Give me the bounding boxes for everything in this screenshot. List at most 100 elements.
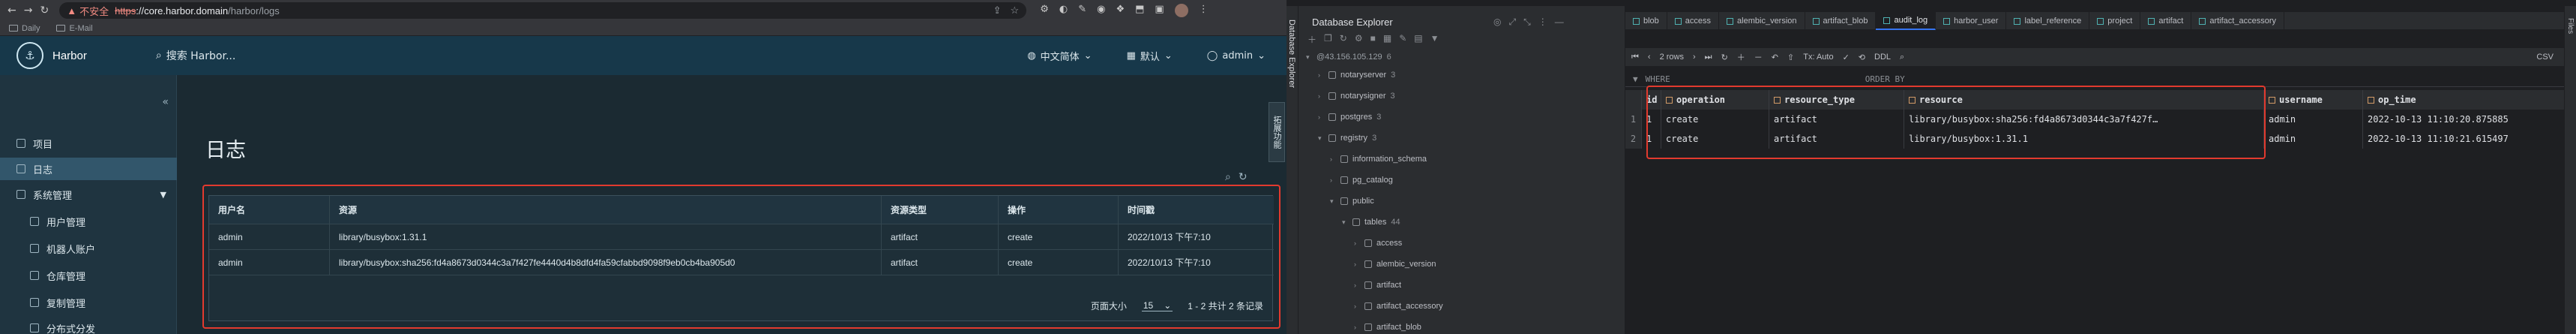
tab-access[interactable]: access (1667, 12, 1720, 30)
reload-icon[interactable]: ↻ (40, 5, 49, 17)
collapse-sidebar-icon[interactable]: « (162, 96, 169, 108)
theme-selector[interactable]: ▦ 默认 ⌄ (1127, 49, 1173, 63)
extension-icon[interactable]: ◉ (1097, 4, 1105, 17)
prev-page-icon[interactable]: ‹ (1648, 53, 1651, 62)
search-box[interactable]: ⌕ 搜索 Harbor... (156, 48, 471, 63)
search-icon[interactable]: ⌕ (1900, 53, 1904, 62)
table-icon[interactable]: ▦ (1383, 33, 1391, 46)
tree-server[interactable]: ▾ @43.156.105.129 6 (1306, 53, 1391, 62)
sidebar-item-replications[interactable]: 复制管理 (0, 291, 177, 314)
tree-item-tables[interactable]: ▾ tables 44 (1342, 218, 1400, 227)
tree-item-table[interactable]: › artifact_blob (1354, 323, 1421, 332)
sidebar-item-distributions[interactable]: 分布式分发 (0, 317, 177, 334)
where-input[interactable]: WHERE (1646, 74, 1670, 84)
tree-item-table[interactable]: › artifact (1354, 281, 1401, 290)
remove-row-icon[interactable]: － (1754, 51, 1763, 63)
console-icon[interactable]: ▤ (1414, 33, 1422, 46)
tab-artifact-accessory[interactable]: artifact_accessory (2191, 12, 2284, 30)
brand-name[interactable]: Harbor (52, 50, 87, 62)
bookmark-email[interactable]: E-Mail (56, 24, 93, 33)
extension-icon[interactable]: ◐ (1059, 4, 1068, 17)
last-page-icon[interactable]: ⏭ (1705, 53, 1712, 62)
revert-icon[interactable]: ↶ (1772, 53, 1778, 62)
tree-item-table[interactable]: › access (1354, 239, 1402, 248)
tree-item-table[interactable]: › alembic_version (1354, 260, 1436, 269)
sidebar-item-system-admin[interactable]: 系统管理 ▼ (0, 183, 177, 206)
user-menu[interactable]: ◯ admin ⌄ (1207, 50, 1266, 62)
check-icon[interactable]: ✓ (1843, 53, 1850, 62)
profile-avatar[interactable] (1174, 4, 1188, 17)
address-bar[interactable]: ▲ 不安全 https ://core.harbor.domain /harbo… (59, 2, 1027, 19)
target-icon[interactable]: ◎ (1493, 17, 1501, 28)
rows-count[interactable]: 2 rows (1660, 53, 1684, 62)
ddl-button[interactable]: DDL (1874, 53, 1891, 62)
search-input[interactable]: 搜索 Harbor... (166, 48, 236, 63)
tree-item-registry[interactable]: ▾ registry 3 (1318, 134, 1376, 143)
sidebar-item-robot-accounts[interactable]: 机器人账户 (0, 237, 177, 260)
tree-item-postgres[interactable]: › postgres 3 (1318, 113, 1381, 122)
settings-icon[interactable]: ⚙ (1355, 33, 1363, 46)
reload-icon[interactable]: ↻ (1721, 53, 1728, 62)
side-panel-tab[interactable]: 拓展功能 (1269, 102, 1285, 162)
files-toggle[interactable]: Files (2566, 18, 2575, 34)
tab-audit-log[interactable]: audit_log (1876, 12, 1936, 30)
forward-icon[interactable]: → (24, 5, 33, 17)
expand-icon[interactable]: ⤢ (1508, 17, 1516, 28)
sidebar-item-registries[interactable]: 仓库管理 (0, 264, 177, 287)
sidebar-item-user-admin[interactable]: 用户管理 (0, 210, 177, 233)
extension-icon[interactable]: ▣ (1155, 4, 1164, 17)
tab-label-reference[interactable]: label_reference (2006, 12, 2090, 30)
extension-icon[interactable]: ⚙ (1040, 4, 1049, 17)
tree-item-notarysigner[interactable]: › notarysigner 3 (1318, 92, 1395, 101)
cell-username[interactable]: admin (2264, 110, 2363, 129)
tree-item-pg-catalog[interactable]: › pg_catalog (1330, 176, 1393, 185)
bookmark-daily[interactable]: Daily (9, 24, 40, 33)
tree-item-table[interactable]: › artifact_accessory (1354, 302, 1443, 311)
collapse-icon[interactable]: ⤡ (1523, 17, 1531, 28)
edit-icon[interactable]: ✎ (1399, 33, 1406, 46)
tab-blob[interactable]: blob (1625, 12, 1667, 30)
database-explorer-toggle[interactable]: Database Explorer (1287, 20, 1296, 88)
menu-icon[interactable]: ⋮ (1199, 4, 1209, 17)
refresh-icon[interactable]: ↻ (1239, 171, 1248, 183)
submit-icon[interactable]: ⇧ (1787, 53, 1794, 62)
warning-icon[interactable]: ▲ (67, 5, 76, 17)
harbor-logo-icon[interactable]: ⚓ (16, 42, 43, 69)
minimize-icon[interactable]: — (1555, 17, 1564, 28)
copy-icon[interactable]: ❐ (1324, 33, 1332, 46)
add-row-icon[interactable]: ＋ (1737, 51, 1745, 63)
sidebar-item-logs[interactable]: 日志 (0, 158, 177, 180)
search-icon[interactable]: ⌕ (1225, 171, 1231, 183)
tab-artifact-blob[interactable]: artifact_blob (1805, 12, 1877, 30)
tab-harbor-user[interactable]: harbor_user (1936, 12, 2007, 30)
export-format-select[interactable]: CSV (2536, 53, 2554, 62)
refresh-icon[interactable]: ↻ (1340, 33, 1347, 46)
stop-icon[interactable]: ■ (1370, 33, 1376, 46)
cell-op-time[interactable]: 2022-10-13 11:10:20.875885 (2363, 110, 2576, 129)
cancel-icon[interactable]: ⟲ (1859, 53, 1865, 62)
extension-icon[interactable]: ⬒ (1135, 4, 1144, 17)
add-icon[interactable]: ＋ (1307, 33, 1316, 46)
extension-icon[interactable]: ✎ (1078, 4, 1086, 17)
tree-item-public[interactable]: ▾ public (1330, 197, 1374, 206)
star-icon[interactable]: ☆ (1011, 5, 1020, 17)
cell-username[interactable]: admin (2264, 129, 2363, 149)
tab-alembic-version[interactable]: alembic_version (1719, 12, 1805, 30)
tree-item-information-schema[interactable]: › information_schema (1330, 155, 1427, 164)
cell-op-time[interactable]: 2022-10-13 11:10:21.615497 (2363, 129, 2576, 149)
extension-icon[interactable]: ❖ (1116, 4, 1125, 17)
tree-item-notaryserver[interactable]: › notaryserver 3 (1318, 71, 1395, 80)
sidebar-item-projects[interactable]: 项目 (0, 132, 177, 155)
tab-project[interactable]: project (2089, 12, 2141, 30)
column-header-username[interactable]: username (2264, 90, 2363, 110)
next-page-icon[interactable]: › (1693, 53, 1696, 62)
tx-mode[interactable]: Tx: Auto (1803, 53, 1833, 62)
first-page-icon[interactable]: ⏮ (1631, 53, 1639, 62)
share-icon[interactable]: ⇪ (993, 5, 1002, 17)
more-icon[interactable]: ⋮ (1538, 17, 1547, 28)
language-selector[interactable]: ◍ 中文简体 ⌄ (1027, 49, 1092, 63)
column-header-op-time[interactable]: op_time (2363, 90, 2576, 110)
order-by-input[interactable]: ORDER BY (1865, 74, 1905, 84)
back-icon[interactable]: ← (7, 5, 16, 17)
tab-artifact[interactable]: artifact (2140, 12, 2192, 30)
